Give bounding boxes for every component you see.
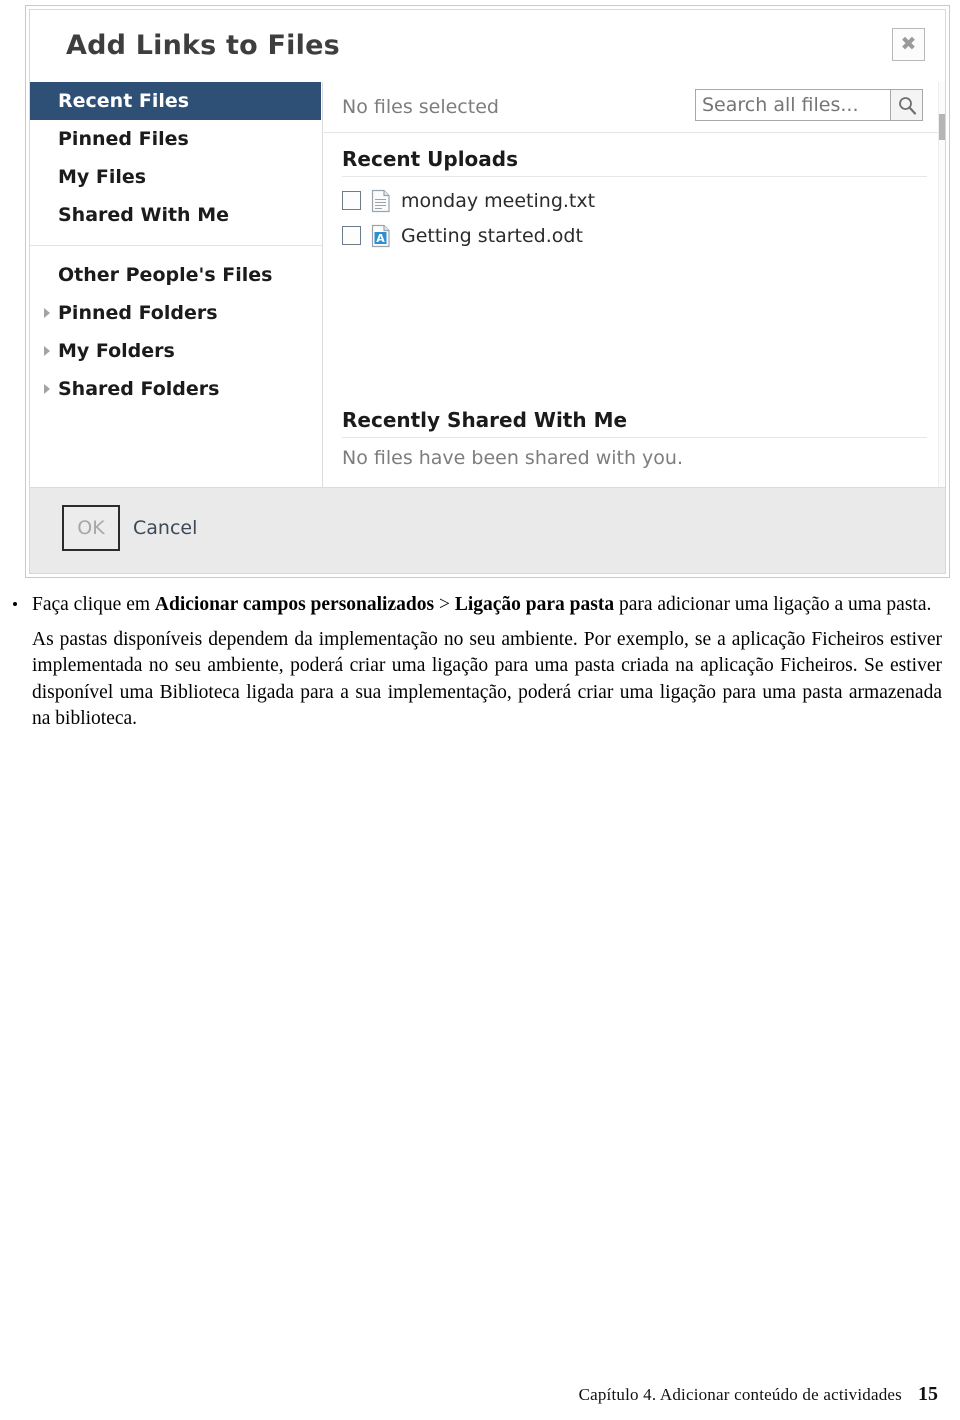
sidebar-item-my-folders[interactable]: My Folders [30,332,322,370]
page-footer: Capítulo 4. Adicionar conteúdo de activi… [0,1383,938,1406]
sidebar-item-label: Shared Folders [58,378,220,400]
sidebar-item-label: Recent Files [58,90,190,112]
sidebar-divider [30,245,322,246]
close-button[interactable]: ✖ [892,28,925,61]
sidebar-item-label: Other People's Files [58,264,273,286]
bullet-text-pre: Faça clique em [32,594,155,615]
search-area [695,89,923,121]
list-item[interactable]: A Getting started.odt [342,218,927,253]
sidebar-item-label: Pinned Folders [58,302,218,324]
sidebar-item-shared-folders[interactable]: Shared Folders [30,370,322,408]
sidebar-item-pinned-folders[interactable]: Pinned Folders [30,294,322,332]
vertical-scrollbar[interactable] [938,82,945,488]
section-divider [342,437,927,438]
list-item[interactable]: monday meeting.txt [342,183,927,218]
page-number: 15 [918,1383,938,1405]
cancel-button[interactable]: Cancel [133,517,197,539]
sidebar-item-other-peoples-files[interactable]: Other People's Files [30,256,322,294]
file-checkbox[interactable] [342,226,361,245]
scrollbar-thumb[interactable] [939,114,945,140]
svg-text:A: A [376,232,385,245]
sidebar-item-label: My Files [58,166,147,188]
text-file-icon [371,189,391,213]
sidebar-item-label: My Folders [58,340,175,362]
bullet-item: Faça clique em Adicionar campos personal… [4,592,960,733]
chevron-right-icon[interactable] [44,308,50,318]
recent-uploads-title: Recent Uploads [342,147,519,171]
dialog-title-bar: Add Links to Files ✖ [30,10,945,83]
sidebar-item-shared-with-me[interactable]: Shared With Me [30,196,322,234]
file-name: Getting started.odt [401,224,583,247]
content-header: No files selected [324,82,945,133]
dialog-content-pane: No files selected Recent Uploads [324,82,945,488]
dialog-sidebar: Recent Files Pinned Files My Files Share… [30,82,323,488]
search-input[interactable] [695,89,891,121]
dialog-frame: Add Links to Files ✖ Recent Files Pinned… [29,9,946,574]
recently-shared-empty-message: No files have been shared with you. [342,447,683,469]
dialog-footer: OK Cancel [30,487,945,573]
document-body: Faça clique em Adicionar campos personal… [0,592,960,733]
recent-uploads-section: Recent Uploads monday meeting.txt A Gett… [324,147,945,253]
add-links-to-files-dialog-screenshot: Add Links to Files ✖ Recent Files Pinned… [25,5,950,578]
recently-shared-section: Recently Shared With Me No files have be… [324,408,945,469]
section-divider [342,176,927,177]
chapter-label: Capítulo 4. Adicionar conteúdo de activi… [578,1385,902,1404]
search-button[interactable] [891,89,923,121]
file-checkbox[interactable] [342,191,361,210]
bullet-marker [13,602,17,606]
file-name: monday meeting.txt [401,189,596,212]
bullet-text-post: para adicionar uma ligação a uma pasta. [614,594,932,615]
sidebar-item-pinned-files[interactable]: Pinned Files [30,120,322,158]
bullet-paragraph: Faça clique em Adicionar campos personal… [32,592,960,619]
bullet-text-bold-1: Adicionar campos personalizados [154,594,435,615]
sidebar-group-files: Recent Files Pinned Files My Files Share… [30,82,322,234]
selection-status: No files selected [342,96,499,118]
ok-button[interactable]: OK [62,505,120,551]
dialog-body: Recent Files Pinned Files My Files Share… [30,82,945,488]
close-icon: ✖ [900,33,917,55]
sidebar-item-recent-files[interactable]: Recent Files [30,82,321,120]
sidebar-item-label: Pinned Files [58,128,189,150]
dialog-title: Add Links to Files [66,30,340,61]
sidebar-item-label: Shared With Me [58,204,229,226]
odt-file-icon: A [371,224,391,248]
bullet-text-bold-2: Ligação para pasta [454,594,615,615]
bullet-text-mid: > [434,594,455,615]
sidebar-item-my-files[interactable]: My Files [30,158,322,196]
chevron-right-icon[interactable] [44,384,50,394]
search-icon [899,97,917,115]
body-paragraph: As pastas disponíveis dependem da implem… [32,628,942,730]
recently-shared-title: Recently Shared With Me [342,408,628,432]
sidebar-group-folders: Other People's Files Pinned Folders My F… [30,256,322,408]
chevron-right-icon[interactable] [44,346,50,356]
